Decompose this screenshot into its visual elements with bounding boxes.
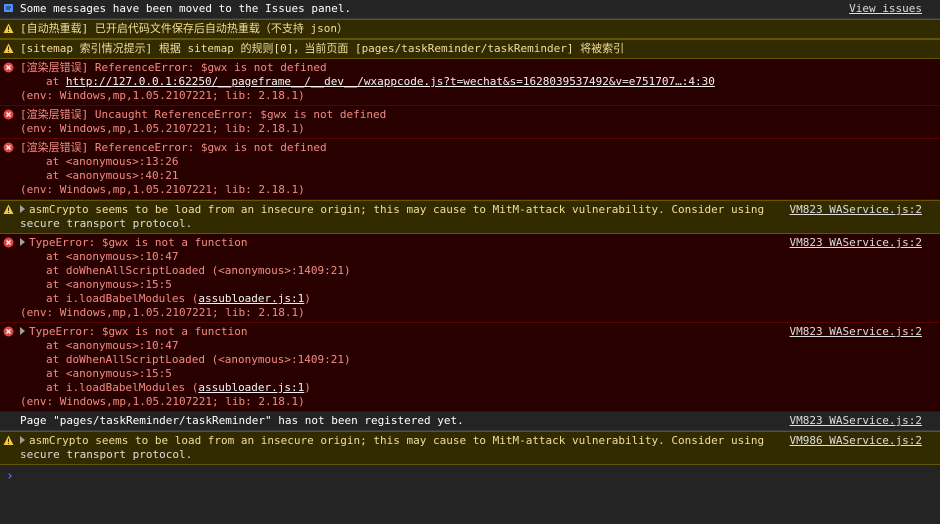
message-text: Some messages have been moved to the Iss… xyxy=(20,2,352,15)
console-error-typeerror: TypeError: $gwx is not a function at <an… xyxy=(0,323,940,412)
stack-line: at http://127.0.0.1:62250/__pageframe__/… xyxy=(20,75,924,89)
console-warning-hot-reload: [自动热重载] 已开启代码文件保存后自动热重载（不支持 json） xyxy=(0,19,940,39)
expand-triangle-icon[interactable] xyxy=(20,327,25,335)
message-text[interactable]: TypeError: $gwx is not a function xyxy=(20,236,924,250)
console-warning-sitemap: [sitemap 索引情况提示] 根据 sitemap 的规则[0]，当前页面 … xyxy=(0,39,940,59)
source-link[interactable]: VM823 WAService.js:2 xyxy=(790,414,922,428)
source-link[interactable]: VM823 WAService.js:2 xyxy=(790,203,922,217)
env-line: (env: Windows,mp,1.05.2107221; lib: 2.18… xyxy=(20,395,305,408)
console-log-page-not-registered: Page "pages/taskReminder/taskReminder" h… xyxy=(0,412,940,431)
warning-icon xyxy=(3,43,14,53)
stack-prefix: at i.loadBabelModules ( xyxy=(46,292,199,305)
console-error-reference-stack: [渲染层错误] ReferenceError: $gwx is not defi… xyxy=(0,139,940,200)
console-warning-asmcrypto: asmCrypto seems to be load from an insec… xyxy=(0,200,940,234)
warning-icon xyxy=(3,204,14,214)
message-line: asmCrypto seems to be load from an insec… xyxy=(29,434,765,447)
console-warning-asmcrypto: asmCrypto seems to be load from an insec… xyxy=(0,431,940,465)
console-prompt-input[interactable]: › xyxy=(6,470,14,484)
message-text: [渲染层错误] Uncaught ReferenceError: $gwx is… xyxy=(20,108,387,121)
stack-suffix: ) xyxy=(304,292,311,305)
stack-line: at i.loadBabelModules (assubloader.js:1) xyxy=(20,381,924,395)
message-text[interactable]: asmCrypto seems to be load from an insec… xyxy=(20,434,924,448)
view-issues-link[interactable]: View issues xyxy=(849,2,922,16)
stack-line: at i.loadBabelModules (assubloader.js:1) xyxy=(20,292,924,306)
message-text[interactable]: asmCrypto seems to be load from an insec… xyxy=(20,203,924,217)
error-icon xyxy=(3,326,14,337)
assubloader-link[interactable]: assubloader.js:1 xyxy=(198,381,304,394)
console-panel: Some messages have been moved to the Iss… xyxy=(0,0,940,524)
env-line: (env: Windows,mp,1.05.2107221; lib: 2.18… xyxy=(20,122,305,135)
error-icon xyxy=(3,109,14,120)
stack-line: at <anonymous>:40:21 xyxy=(46,169,179,182)
console-message-issues-moved: Some messages have been moved to the Iss… xyxy=(0,0,940,19)
expand-triangle-icon[interactable] xyxy=(20,205,25,213)
message-text-continued: secure transport protocol. xyxy=(20,217,193,230)
source-link[interactable]: VM823 WAService.js:2 xyxy=(790,325,922,339)
stack-line: at <anonymous>:15:5 xyxy=(46,367,172,380)
message-line: TypeError: $gwx is not a function xyxy=(29,325,248,338)
stack-suffix: ) xyxy=(304,381,311,394)
message-text-continued: secure transport protocol. xyxy=(20,448,193,461)
error-icon xyxy=(3,62,14,73)
warning-icon xyxy=(3,435,14,445)
message-text: [自动热重载] 已开启代码文件保存后自动热重载（不支持 json） xyxy=(20,22,348,35)
expand-triangle-icon[interactable] xyxy=(20,238,25,246)
stack-prefix: at xyxy=(46,75,66,88)
stack-line: at <anonymous>:10:47 xyxy=(46,339,179,352)
message-line: asmCrypto seems to be load from an insec… xyxy=(29,203,765,216)
env-line: (env: Windows,mp,1.05.2107221; lib: 2.18… xyxy=(20,89,305,102)
expand-triangle-icon[interactable] xyxy=(20,436,25,444)
stack-line: at <anonymous>:13:26 xyxy=(46,155,179,168)
message-icon xyxy=(4,4,13,12)
stack-line: at doWhenAllScriptLoaded (<anonymous>:14… xyxy=(46,353,351,366)
message-text: [sitemap 索引情况提示] 根据 sitemap 的规则[0]，当前页面 … xyxy=(20,42,625,55)
source-link[interactable]: VM823 WAService.js:2 xyxy=(790,236,922,250)
message-text: [渲染层错误] ReferenceError: $gwx is not defi… xyxy=(20,61,327,74)
stack-prefix: at i.loadBabelModules ( xyxy=(46,381,199,394)
console-error-reference: [渲染层错误] ReferenceError: $gwx is not defi… xyxy=(0,59,940,106)
message-line: TypeError: $gwx is not a function xyxy=(29,236,248,249)
source-link[interactable]: VM986 WAService.js:2 xyxy=(790,434,922,448)
message-text: [渲染层错误] ReferenceError: $gwx is not defi… xyxy=(20,141,327,154)
stack-line: at <anonymous>:10:47 xyxy=(46,250,179,263)
env-line: (env: Windows,mp,1.05.2107221; lib: 2.18… xyxy=(20,306,305,319)
error-icon xyxy=(3,142,14,153)
env-line: (env: Windows,mp,1.05.2107221; lib: 2.18… xyxy=(20,183,305,196)
assubloader-link[interactable]: assubloader.js:1 xyxy=(198,292,304,305)
source-url-link[interactable]: http://127.0.0.1:62250/__pageframe__/__d… xyxy=(66,75,715,88)
console-error-uncaught: [渲染层错误] Uncaught ReferenceError: $gwx is… xyxy=(0,106,940,139)
message-text: Page "pages/taskReminder/taskReminder" h… xyxy=(20,414,464,427)
warning-icon xyxy=(3,23,14,33)
console-error-typeerror: TypeError: $gwx is not a function at <an… xyxy=(0,234,940,323)
stack-line: at <anonymous>:15:5 xyxy=(46,278,172,291)
message-text[interactable]: TypeError: $gwx is not a function xyxy=(20,325,924,339)
stack-line: at doWhenAllScriptLoaded (<anonymous>:14… xyxy=(46,264,351,277)
error-icon xyxy=(3,237,14,248)
